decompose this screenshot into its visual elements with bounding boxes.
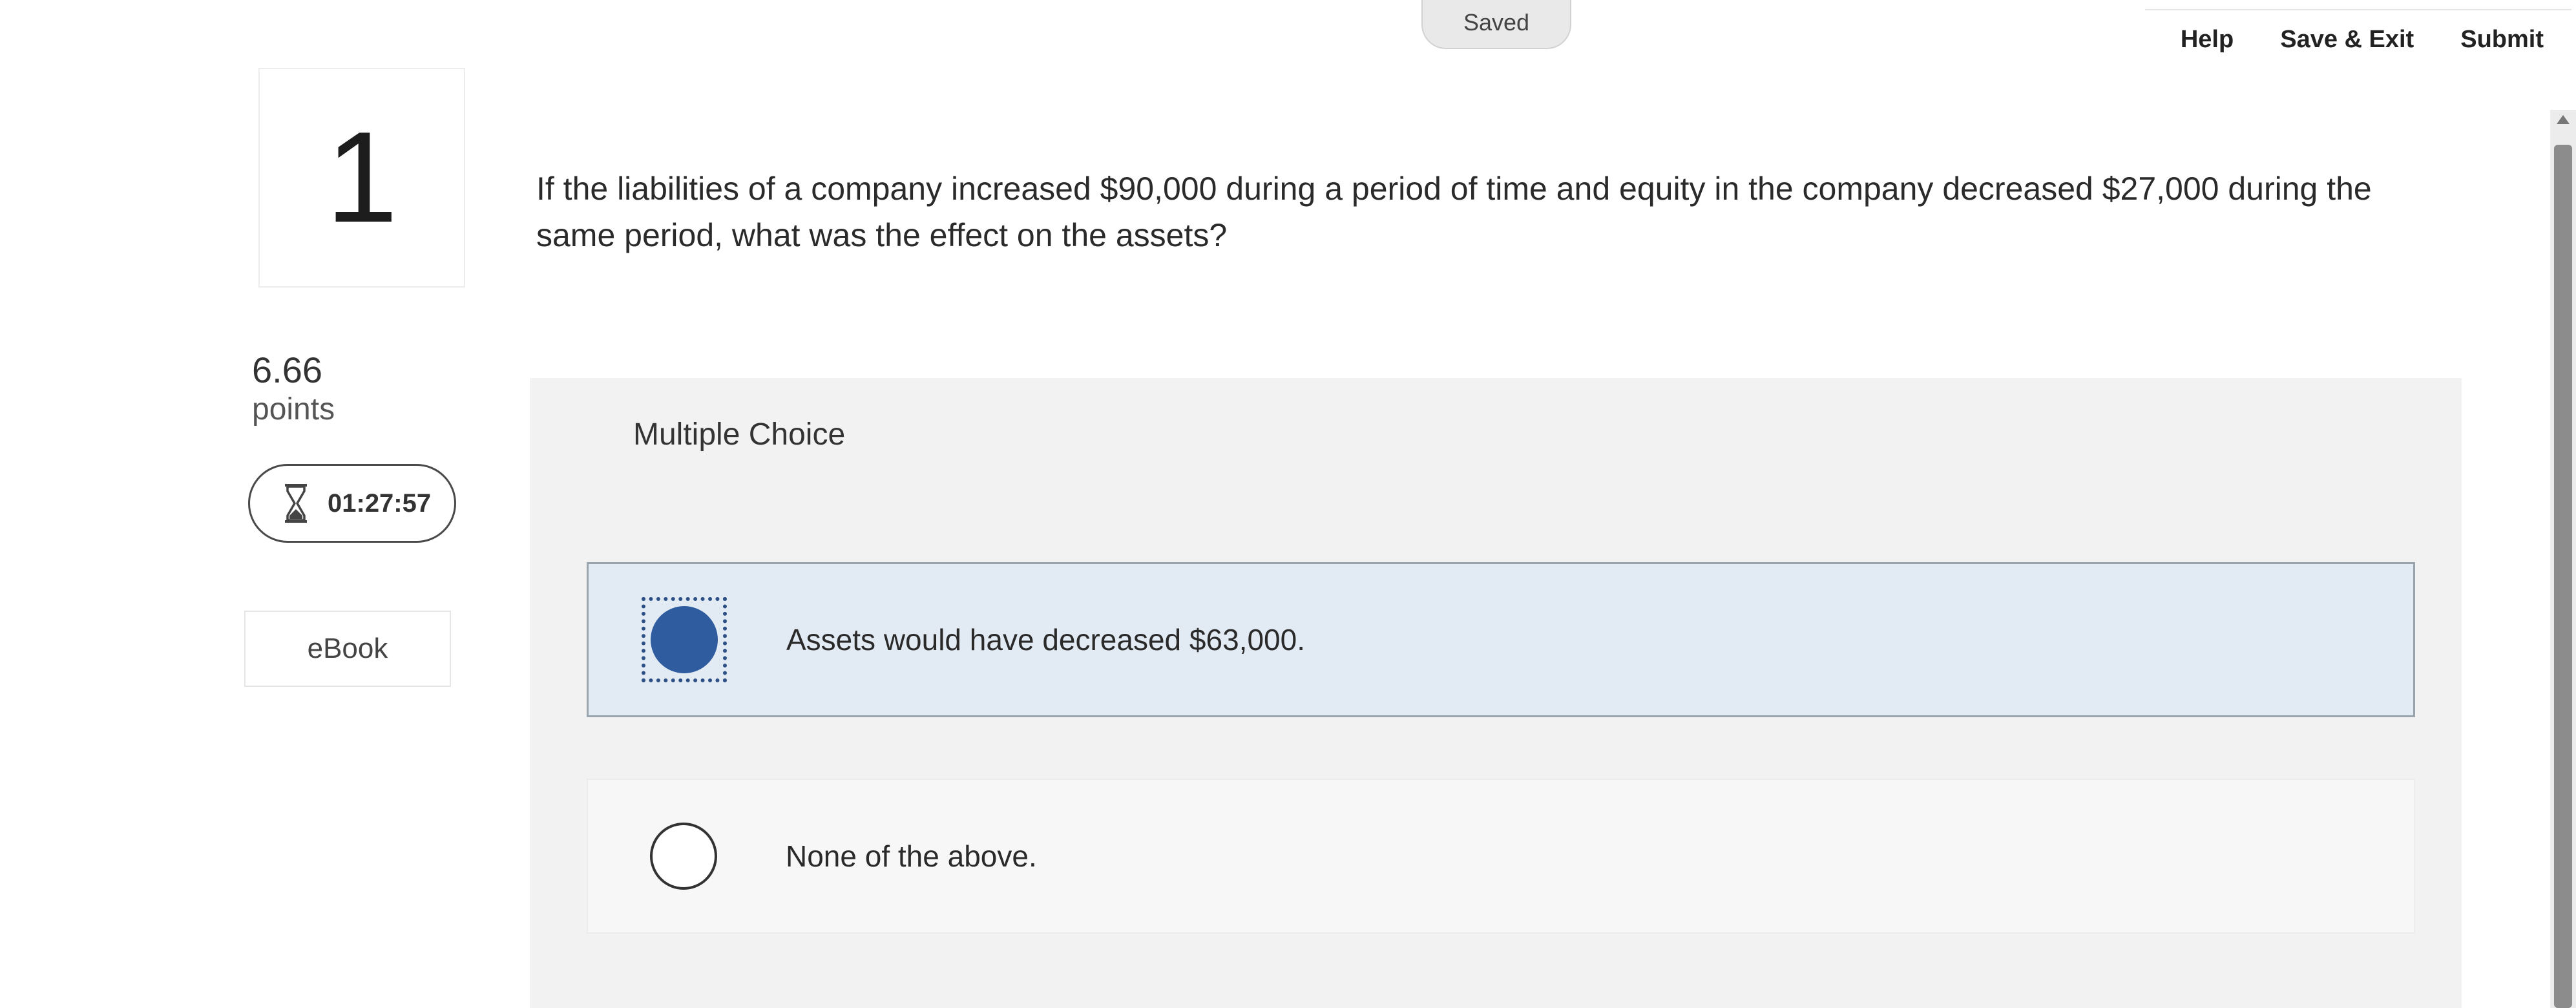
help-button[interactable]: Help: [2181, 26, 2234, 54]
answer-choice-2[interactable]: None of the above.: [587, 779, 2415, 934]
radio-dot-icon: [651, 606, 718, 673]
answer-choice-1[interactable]: Assets would have decreased $63,000.: [587, 562, 2415, 717]
submit-button[interactable]: Submit: [2460, 26, 2544, 54]
question-type-heading: Multiple Choice: [633, 417, 846, 452]
points-value: 6.66: [252, 350, 322, 390]
radio-ring-icon: [650, 823, 717, 890]
save-exit-button[interactable]: Save & Exit: [2280, 26, 2414, 54]
question-number: 1: [258, 68, 465, 288]
top-actions: Help Save & Exit Submit: [2181, 26, 2544, 54]
scroll-up-arrow-icon[interactable]: [2557, 115, 2570, 124]
quiz-page: Saved Help Save & Exit Submit 1 6.66 poi…: [0, 0, 2576, 1008]
top-divider: [2145, 9, 2571, 10]
scrollbar[interactable]: [2550, 110, 2576, 1008]
radio-button-selected[interactable]: [642, 597, 727, 682]
saved-status-badge: Saved: [1421, 0, 1571, 49]
answer-panel: Multiple Choice Assets would have decrea…: [530, 378, 2462, 1008]
points-label: points: [252, 392, 335, 426]
timer-button[interactable]: 01:27:57: [248, 464, 456, 543]
answer-choice-label: None of the above.: [786, 839, 1037, 873]
answer-choice-label: Assets would have decreased $63,000.: [786, 623, 1305, 656]
question-prompt: If the liabilities of a company increase…: [536, 171, 2372, 253]
scrollbar-thumb[interactable]: [2554, 145, 2572, 1008]
ebook-button[interactable]: eBook: [244, 611, 451, 687]
hourglass-icon: [285, 484, 307, 523]
radio-button[interactable]: [641, 814, 726, 899]
timer-text: 01:27:57: [328, 488, 432, 518]
